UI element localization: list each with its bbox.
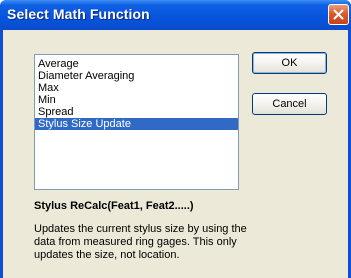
close-button[interactable] bbox=[328, 4, 349, 25]
list-item-average[interactable]: Average bbox=[35, 58, 238, 70]
function-listbox[interactable]: Average Diameter Averaging Max Min Sprea… bbox=[34, 54, 239, 190]
list-item-min[interactable]: Min bbox=[35, 94, 238, 106]
dialog-title: Select Math Function bbox=[7, 6, 150, 22]
select-math-function-dialog: Select Math Function Average Diameter Av… bbox=[0, 0, 351, 278]
function-syntax-label: Stylus ReCalc(Feat1, Feat2.....) bbox=[34, 200, 194, 212]
list-item-diameter-averaging[interactable]: Diameter Averaging bbox=[35, 70, 238, 82]
list-item-spread[interactable]: Spread bbox=[35, 106, 238, 118]
close-icon bbox=[333, 9, 344, 20]
list-item-stylus-size-update[interactable]: Stylus Size Update bbox=[35, 118, 238, 130]
dialog-body: Average Diameter Averaging Max Min Sprea… bbox=[3, 30, 348, 278]
title-bar[interactable]: Select Math Function bbox=[0, 0, 351, 30]
list-item-max[interactable]: Max bbox=[35, 82, 238, 94]
cancel-button[interactable]: Cancel bbox=[252, 93, 327, 115]
function-description: Updates the current stylus size by using… bbox=[34, 223, 247, 261]
ok-button[interactable]: OK bbox=[252, 52, 327, 74]
